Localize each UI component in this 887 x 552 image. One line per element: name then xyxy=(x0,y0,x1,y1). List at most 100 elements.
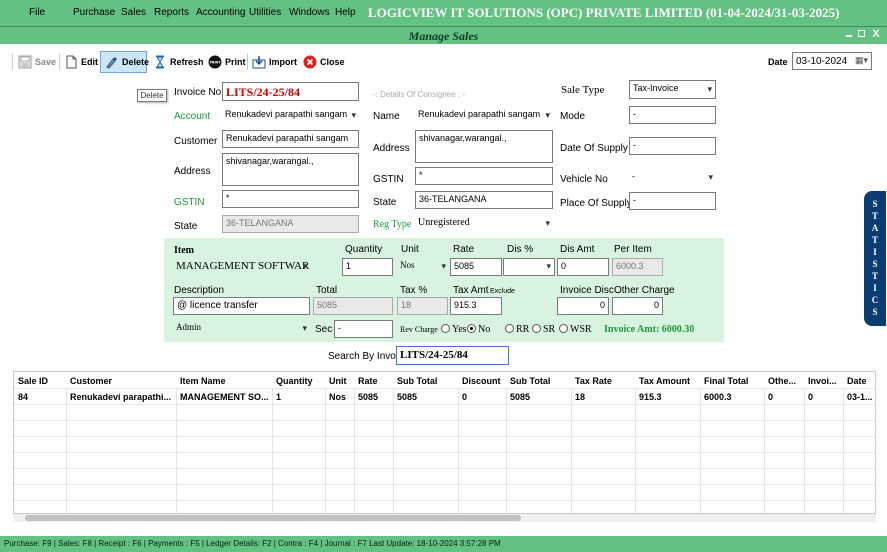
table-cell[interactable]: 1 xyxy=(276,392,324,402)
grid-header[interactable]: Invoi... xyxy=(808,376,842,386)
customer-field[interactable]: Renukadevi parapathi sangam xyxy=(222,130,359,148)
toolbar-separator xyxy=(59,54,60,70)
radio-no[interactable] xyxy=(467,324,476,333)
close-button[interactable]: Close xyxy=(303,51,345,73)
address-field[interactable]: shivanagar,warangal., xyxy=(222,153,359,186)
table-cell[interactable]: 0 xyxy=(808,392,842,402)
invoice-discount-field[interactable]: 0 xyxy=(557,297,609,315)
vehicle-no-select[interactable]: - xyxy=(629,169,716,186)
grid-header[interactable]: Sub Total xyxy=(510,376,570,386)
grid-header[interactable]: Tax Rate xyxy=(575,376,634,386)
table-cell[interactable]: 84 xyxy=(18,392,64,402)
quantity-field[interactable]: 1 xyxy=(342,258,393,276)
consignee-state-field[interactable]: 36-TELANGANA xyxy=(415,191,553,209)
search-invoice-input[interactable]: LITS/24-25/84 xyxy=(396,346,509,365)
grid-header[interactable]: Sub Total xyxy=(397,376,457,386)
menu-sales[interactable]: Sales xyxy=(121,7,146,18)
table-cell[interactable]: Renukadevi parapathi... xyxy=(70,392,174,402)
invoice-no-field[interactable]: LITS/24-25/84 xyxy=(222,82,359,101)
delete-button[interactable]: Delete xyxy=(100,51,150,73)
consignee-address-field[interactable]: shivanagar,warangal., xyxy=(415,130,553,163)
tax-percent-field: 18 xyxy=(397,297,448,315)
radio-wsr[interactable] xyxy=(559,324,568,333)
table-cell[interactable]: 0 xyxy=(462,392,505,402)
maximize-icon[interactable] xyxy=(858,30,865,37)
other-charge-field[interactable]: 0 xyxy=(612,297,663,315)
horizontal-scrollbar[interactable] xyxy=(13,514,876,522)
other-charge-label: Other Charge xyxy=(614,285,675,296)
description-field[interactable]: @ licence transfer xyxy=(173,297,310,315)
delete-icon xyxy=(105,55,119,69)
gstin-field[interactable]: * xyxy=(222,190,359,208)
scrollbar-thumb[interactable] xyxy=(25,515,521,521)
user-select[interactable]: Admin xyxy=(173,320,310,337)
import-button[interactable]: Import xyxy=(252,51,297,73)
grid-header[interactable]: Quantity xyxy=(276,376,324,386)
rev-no-option[interactable]: No xyxy=(467,324,490,335)
grid-header[interactable]: Final Total xyxy=(704,376,763,386)
wsr-option[interactable]: WSR xyxy=(559,324,592,335)
menu-windows[interactable]: Windows xyxy=(289,7,330,18)
menu-help[interactable]: Help xyxy=(335,7,356,18)
table-cell[interactable]: Nos xyxy=(329,392,353,402)
sec-field[interactable]: - xyxy=(334,320,393,338)
grid-header[interactable]: Tax Amount xyxy=(639,376,699,386)
radio-sr[interactable] xyxy=(532,324,541,333)
grid-header[interactable]: Othe... xyxy=(768,376,803,386)
grid-header[interactable]: Rate xyxy=(358,376,392,386)
delete-label: Delete xyxy=(122,57,150,67)
table-cell[interactable]: 915.3 xyxy=(639,392,699,402)
item-select[interactable]: MANAGEMENT SOFTWAR xyxy=(173,258,310,276)
grid-header[interactable]: Discount xyxy=(462,376,505,386)
table-cell[interactable]: MANAGEMENT SO... xyxy=(180,392,270,402)
account-select[interactable]: Renukadevi parapathi sangam xyxy=(222,107,359,124)
statistics-letter: T xyxy=(871,235,878,245)
edit-button[interactable]: Edit xyxy=(64,51,98,73)
menu-reports[interactable]: Reports xyxy=(154,7,189,18)
table-cell[interactable]: 5085 xyxy=(358,392,392,402)
table-cell[interactable]: 03-1... xyxy=(847,392,875,402)
table-cell[interactable]: 6000.3 xyxy=(704,392,763,402)
rev-yes-option[interactable]: Yes xyxy=(441,324,467,335)
statistics-tab[interactable]: S T A T I S T I C S xyxy=(864,191,886,326)
unit-select[interactable]: Nos xyxy=(397,258,449,276)
calendar-icon[interactable]: ▦▾ xyxy=(855,55,868,66)
sale-type-select[interactable]: Tax-Invoice xyxy=(629,80,716,99)
menu-accounting[interactable]: Accounting xyxy=(196,7,245,18)
refresh-button[interactable]: Refresh xyxy=(153,51,204,73)
radio-rr[interactable] xyxy=(505,324,514,333)
grid-header[interactable]: Sale ID xyxy=(18,376,64,386)
date-of-supply-field[interactable]: - xyxy=(629,137,716,155)
consignee-gstin-field[interactable]: * xyxy=(415,167,553,185)
discount-percent-select[interactable] xyxy=(503,258,555,276)
radio-yes[interactable] xyxy=(441,324,450,333)
table-cell[interactable]: 5085 xyxy=(510,392,570,402)
sales-grid[interactable]: Sale ID Customer Item Name Quantity Unit… xyxy=(13,371,876,514)
grid-header[interactable]: Item Name xyxy=(180,376,270,386)
sec-label: Sec xyxy=(315,324,333,335)
print-button[interactable]: PRINT Print xyxy=(208,51,246,73)
menu-purchase[interactable]: Purchase xyxy=(73,7,115,18)
reg-type-select[interactable]: Unregistered xyxy=(415,215,553,232)
consignee-name-select[interactable]: Renukadevi parapathi sangam xyxy=(415,107,553,124)
save-button[interactable]: Save xyxy=(18,51,56,73)
exclude-label[interactable]: Exclude xyxy=(490,288,515,295)
date-picker[interactable]: 03-10-2024 ▦▾ xyxy=(792,52,872,70)
table-cell[interactable]: 5085 xyxy=(397,392,457,402)
rr-option[interactable]: RR xyxy=(505,324,529,335)
mode-field[interactable]: - xyxy=(629,106,716,124)
table-cell[interactable]: 18 xyxy=(575,392,634,402)
grid-header[interactable]: Date xyxy=(847,376,875,386)
place-of-supply-field[interactable]: - xyxy=(629,192,716,210)
rate-field[interactable]: 5085 xyxy=(450,258,502,276)
close-window-button[interactable]: X xyxy=(869,28,883,40)
tax-amount-field[interactable]: 915.3 xyxy=(450,297,502,315)
menu-utilities[interactable]: Utilities xyxy=(249,7,281,18)
grid-header[interactable]: Customer xyxy=(70,376,174,386)
grid-header[interactable]: Unit xyxy=(329,376,353,386)
table-cell[interactable]: 0 xyxy=(768,392,803,402)
menu-file[interactable]: File xyxy=(29,7,45,18)
minimize-icon[interactable] xyxy=(846,35,852,37)
discount-amount-field[interactable]: 0 xyxy=(557,258,609,276)
sr-option[interactable]: SR xyxy=(532,324,555,335)
